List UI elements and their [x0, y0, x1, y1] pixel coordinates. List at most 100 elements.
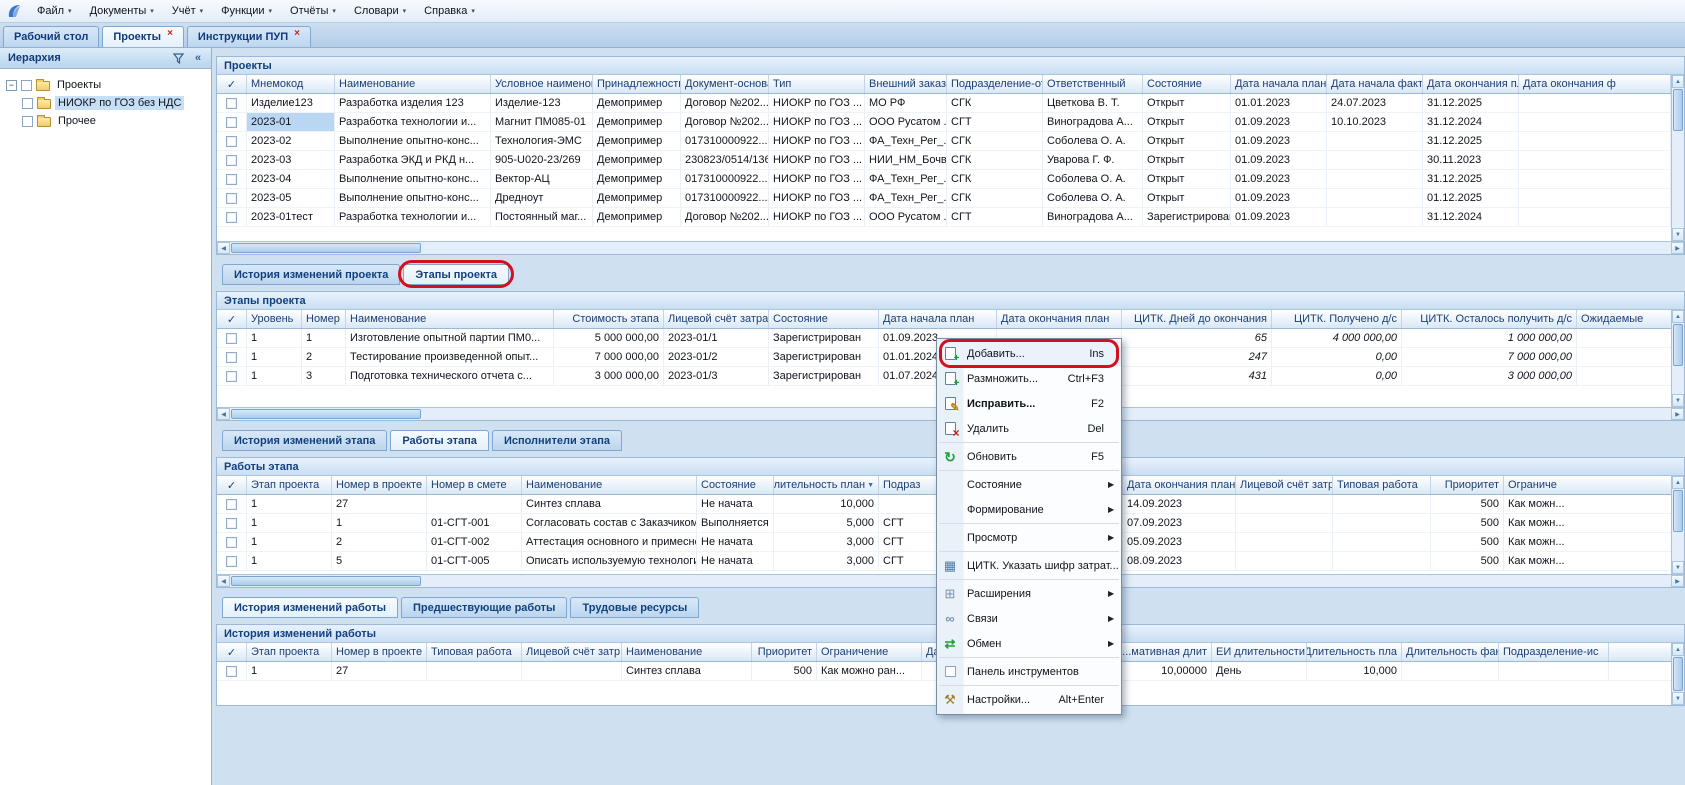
cell[interactable]: 017310000922... — [681, 170, 769, 188]
tree-expander-icon[interactable]: − — [6, 80, 17, 91]
tab-preceding-works[interactable]: Предшествующие работы — [401, 597, 567, 618]
cell[interactable]: 2023-05 — [247, 189, 335, 207]
cell[interactable]: Открыт — [1143, 170, 1231, 188]
column-header[interactable]: ✓ — [217, 310, 247, 328]
cell[interactable]: 3 — [302, 367, 346, 385]
cell[interactable]: 500 — [1431, 495, 1504, 513]
window-tab-desktop[interactable]: Рабочий стол — [3, 26, 99, 47]
column-header[interactable]: Мнемокод — [247, 75, 335, 93]
cell[interactable]: Открыт — [1143, 151, 1231, 169]
cell[interactable]: 01.09.2023 — [1231, 113, 1327, 131]
scroll-up-icon[interactable]: ▲ — [1672, 75, 1684, 88]
column-header[interactable]: Лицевой счёт затр — [1236, 476, 1333, 494]
window-tab-pup-instructions[interactable]: Инструкции ПУП× — [187, 26, 311, 47]
scroll-track[interactable] — [1672, 367, 1684, 394]
close-tab-icon[interactable]: × — [294, 29, 300, 39]
column-header[interactable]: Дата окончания ф — [1519, 75, 1671, 93]
cell[interactable] — [427, 662, 522, 680]
cell[interactable]: 247 — [1122, 348, 1272, 366]
cell[interactable]: СГТ — [947, 208, 1043, 226]
cell[interactable]: 7 000 000,00 — [554, 348, 664, 366]
cell[interactable]: СГК — [947, 94, 1043, 112]
column-header[interactable]: ...мативная длит — [1122, 643, 1212, 661]
column-header[interactable]: ЦИТК. Получено д/с — [1272, 310, 1402, 328]
column-header[interactable]: Наименование — [622, 643, 752, 661]
cell[interactable]: Соболева О. А. — [1043, 170, 1143, 188]
table-row[interactable]: 2023-01Разработка технологии и...Магнит … — [217, 113, 1671, 132]
column-header[interactable]: Лицевой счёт затрат — [664, 310, 769, 328]
cell[interactable]: ООО Русатом ... — [865, 208, 947, 226]
cell[interactable]: 27 — [332, 662, 427, 680]
cell[interactable]: Соболева О. А. — [1043, 132, 1143, 150]
cell[interactable]: 905-U020-23/269 — [491, 151, 593, 169]
cell[interactable]: 0,00 — [1272, 367, 1402, 385]
cell[interactable] — [1577, 348, 1671, 366]
cell[interactable] — [1333, 552, 1431, 570]
table-row[interactable]: 2023-05Выполнение опытно-конс...Дредноут… — [217, 189, 1671, 208]
scroll-left-icon[interactable]: ◀ — [217, 575, 230, 587]
cell[interactable] — [427, 495, 522, 513]
cell[interactable]: 31.12.2025 — [1423, 132, 1519, 150]
column-header[interactable]: Подразделение-ис — [1499, 643, 1609, 661]
cell[interactable] — [1327, 151, 1423, 169]
cell[interactable]: Зарегистрирован — [769, 367, 879, 385]
cell[interactable]: 500 — [1431, 552, 1504, 570]
cell[interactable]: 1 — [332, 514, 427, 532]
column-header[interactable]: Дата начала факт. — [1327, 75, 1423, 93]
close-tab-icon[interactable]: × — [167, 29, 173, 39]
cell[interactable]: Аттестация основного и примесног... — [522, 533, 697, 551]
scroll-track[interactable] — [422, 242, 1671, 254]
cell[interactable]: 5 — [332, 552, 427, 570]
cell[interactable]: 01-СГТ-001 — [427, 514, 522, 532]
cell[interactable]: Зарегистрирован — [1143, 208, 1231, 226]
cell[interactable]: 3,000 — [774, 552, 879, 570]
cell[interactable]: 1 — [247, 495, 332, 513]
column-header[interactable]: Дата окончания план — [997, 310, 1122, 328]
context-menu-item-formation[interactable]: Формирование▶ — [937, 497, 1121, 522]
cell[interactable]: ФА_Техн_Рег_... — [865, 132, 947, 150]
cell[interactable]: 08.09.2023 — [1123, 552, 1236, 570]
column-header[interactable]: Уровень — [247, 310, 302, 328]
cell[interactable]: 01.09.2023 — [1231, 132, 1327, 150]
context-menu-item-links[interactable]: ∞Связи▶ — [937, 606, 1121, 631]
cell[interactable]: 07.09.2023 — [1123, 514, 1236, 532]
cell[interactable]: 10,000 — [774, 495, 879, 513]
menubar-item-help[interactable]: Справка▾ — [416, 3, 483, 19]
row-checkbox[interactable] — [226, 556, 237, 567]
filter-icon[interactable] — [169, 50, 187, 66]
column-header[interactable]: Дата начала план — [879, 310, 997, 328]
scroll-down-icon[interactable]: ▼ — [1672, 394, 1684, 407]
cell[interactable]: Разработка технологии и... — [335, 208, 491, 226]
cell[interactable]: 01.09.2023 — [1231, 151, 1327, 169]
menubar-item-dictionaries[interactable]: Словари▾ — [346, 3, 414, 19]
cell[interactable] — [1236, 552, 1333, 570]
cell[interactable]: 2023-01/2 — [664, 348, 769, 366]
cell[interactable]: СГК — [947, 170, 1043, 188]
cell[interactable]: Как можн... — [1504, 533, 1671, 551]
column-header[interactable]: Номер в проекте — [332, 476, 427, 494]
column-header[interactable]: Длительность фак — [1402, 643, 1499, 661]
cell[interactable] — [1236, 495, 1333, 513]
column-header[interactable]: Приоритет — [1431, 476, 1504, 494]
cell[interactable] — [1333, 514, 1431, 532]
cell[interactable]: 65 — [1122, 329, 1272, 347]
cell[interactable]: 0,00 — [1272, 348, 1402, 366]
cell[interactable]: СГК — [947, 189, 1043, 207]
scroll-thumb[interactable] — [231, 576, 421, 586]
scroll-right-icon[interactable]: ▶ — [1671, 408, 1684, 420]
cell[interactable]: Согласовать состав с Заказчиком — [522, 514, 697, 532]
column-header[interactable]: Номер — [302, 310, 346, 328]
cell[interactable]: Как можно ран... — [817, 662, 922, 680]
scroll-track[interactable] — [1672, 132, 1684, 228]
cell[interactable] — [217, 132, 247, 150]
cell[interactable]: Дредноут — [491, 189, 593, 207]
cell[interactable] — [1236, 514, 1333, 532]
cell[interactable]: 1 — [247, 552, 332, 570]
cell[interactable]: Зарегистрирован — [769, 329, 879, 347]
cell[interactable]: Как можн... — [1504, 552, 1671, 570]
context-menu-item-edit[interactable]: Исправить...F2 — [937, 391, 1121, 416]
scroll-thumb[interactable] — [1673, 324, 1683, 366]
column-header[interactable]: Подразделение-от — [947, 75, 1043, 93]
scroll-thumb[interactable] — [231, 409, 421, 419]
cell[interactable]: 01-СГТ-002 — [427, 533, 522, 551]
